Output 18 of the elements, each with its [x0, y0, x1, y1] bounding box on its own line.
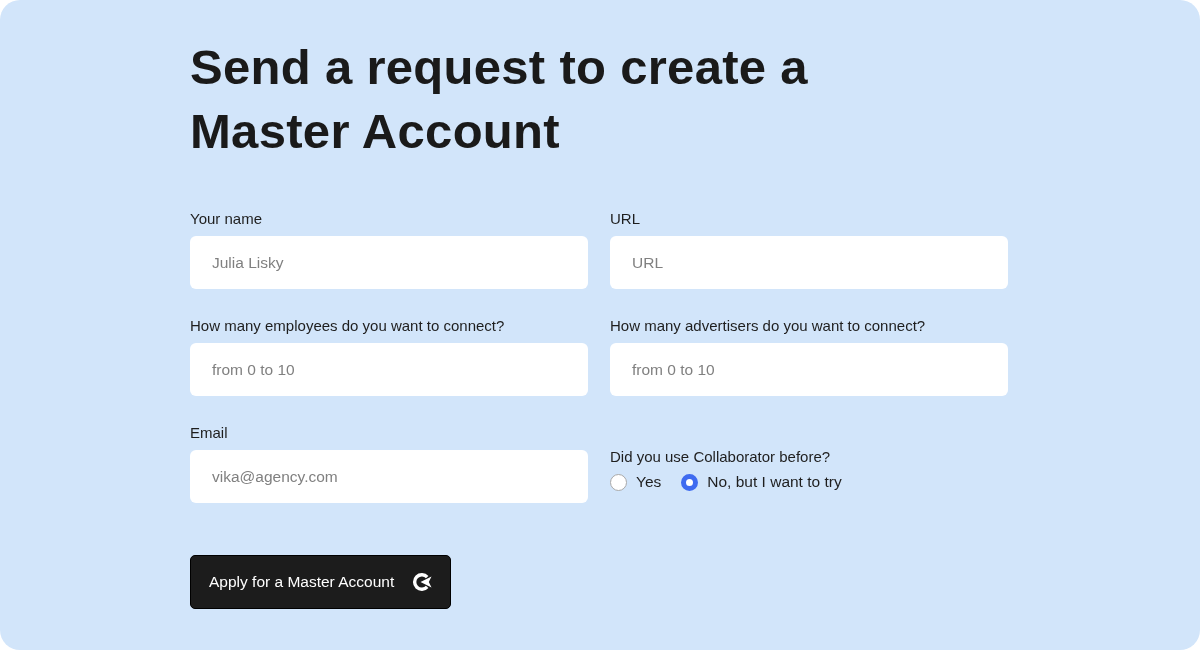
radio-label: No, but I want to try — [707, 473, 842, 491]
text-field[interactable]: from 0 to 10 — [190, 343, 588, 396]
field-label: URL — [610, 210, 641, 228]
text-field[interactable]: from 0 to 10 — [610, 343, 1008, 396]
radio-button[interactable] — [610, 473, 627, 491]
radio-label: Yes — [636, 473, 662, 491]
text-field[interactable]: URL — [610, 236, 1008, 289]
text-field[interactable]: Julia Lisky — [190, 236, 588, 289]
circular-arrow-icon — [412, 573, 433, 591]
field-label: Email — [190, 424, 229, 442]
text-field[interactable]: vika@agency.com — [190, 450, 588, 503]
page-title: Send a request to create a Master Account — [190, 39, 809, 160]
field-label: Did you use Collaborator before? — [610, 448, 832, 466]
field-label: Your name — [190, 210, 263, 228]
field-label: How many employees do you want to connect? — [190, 317, 506, 335]
field-label: How many advertisers do you want to connect? — [610, 317, 927, 335]
radio-button[interactable] — [681, 473, 699, 491]
apply-button[interactable]: Apply for a Master Account — [190, 555, 452, 609]
